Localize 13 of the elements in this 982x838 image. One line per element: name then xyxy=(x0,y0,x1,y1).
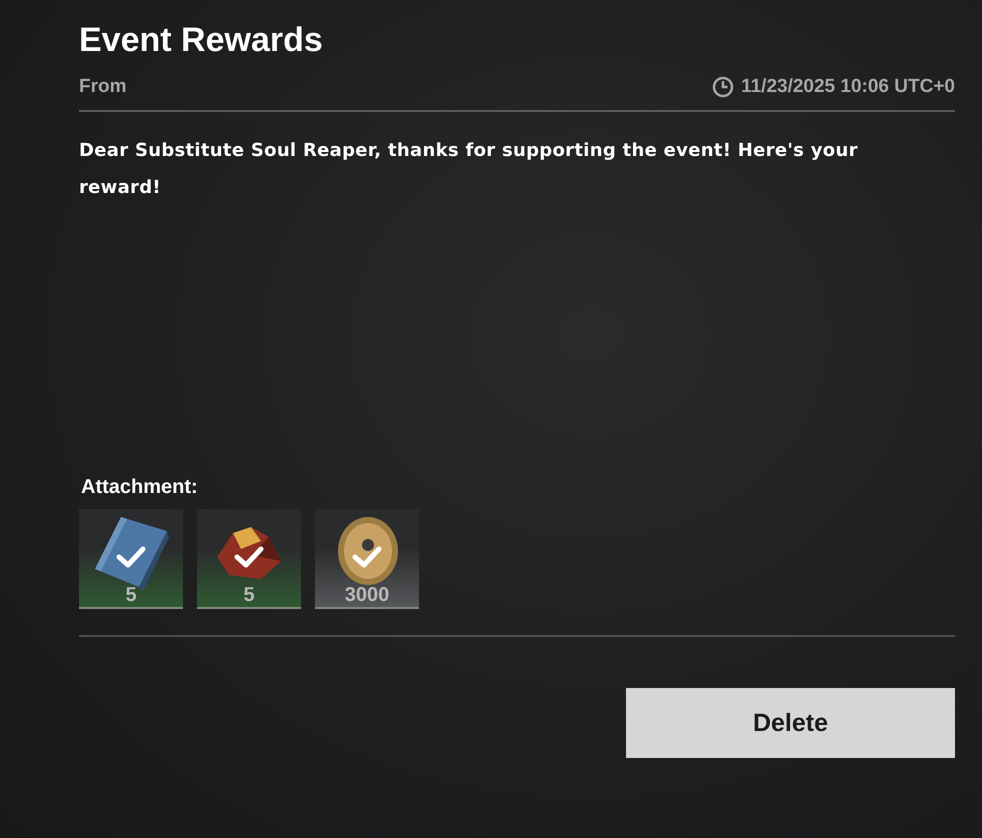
clock-icon xyxy=(712,76,734,98)
reward-tile[interactable]: 5 xyxy=(197,509,301,609)
attachment-label: Attachment: xyxy=(81,476,199,499)
reward-count: 5 xyxy=(242,584,256,607)
reward-count: 3000 xyxy=(344,584,390,607)
reward-count: 5 xyxy=(124,584,138,607)
reward-tile[interactable]: 3000 xyxy=(315,509,419,609)
mail-title: Event Rewards xyxy=(79,20,324,61)
delete-button[interactable]: Delete xyxy=(626,688,955,758)
mail-message: Dear Substitute Soul Reaper, thanks for supporting the event! Here's your reward! xyxy=(79,139,859,200)
sender-label: From xyxy=(79,76,126,98)
reward-tile[interactable]: 5 xyxy=(79,509,183,609)
mail-timestamp: 11/23/2025 10:06 UTC+0 xyxy=(741,76,955,98)
